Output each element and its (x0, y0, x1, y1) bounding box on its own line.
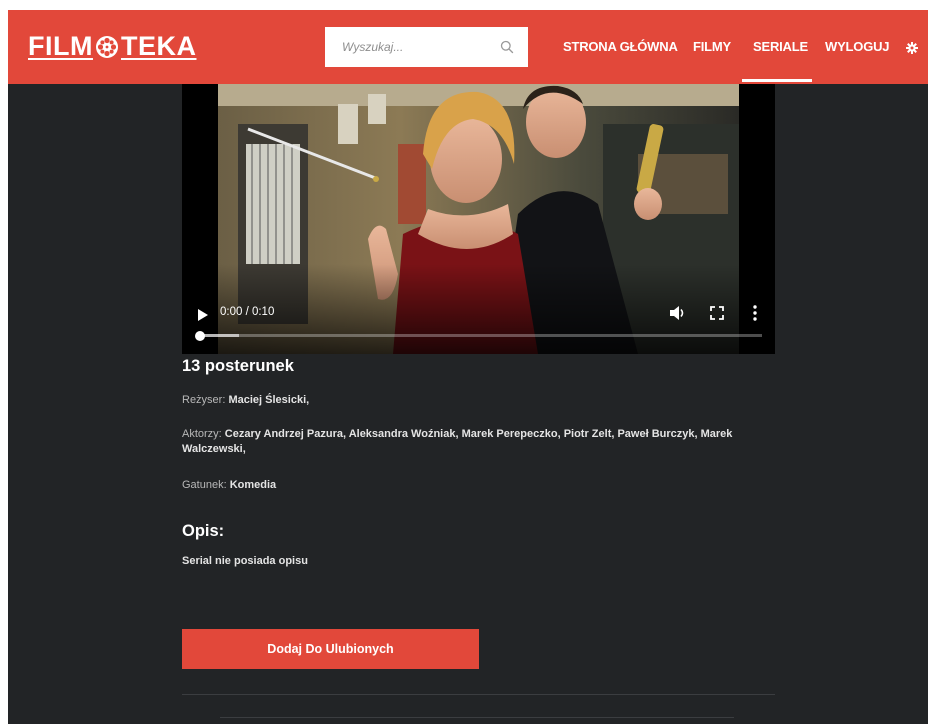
director-value: Maciej Ślesicki, (228, 394, 310, 406)
fullscreen-icon[interactable] (710, 306, 724, 320)
video-progress-bar[interactable] (195, 330, 762, 341)
actors-value: Cezary Andrzej Pazura, Aleksandra Woźnia… (182, 428, 733, 455)
actors-label: Aktorzy: (182, 428, 222, 440)
video-buffered (200, 334, 240, 337)
add-to-favorites-button[interactable]: Dodaj Do Ulubionych (182, 629, 479, 669)
video-progress-thumb[interactable] (195, 330, 205, 341)
nav-series[interactable]: SERIALE (753, 39, 808, 54)
header-bar: FILM TEKA Wyszukaj... STRONA GŁÓWNA FILM… (8, 10, 928, 84)
nav-active-indicator (742, 79, 812, 82)
description-text: Serial nie posiada opisu (182, 555, 308, 567)
series-title: 13 posterunek (182, 357, 294, 375)
divider (182, 694, 775, 695)
video-player[interactable]: 0:00 / 0:10 (182, 84, 775, 354)
nav-movies[interactable]: FILMY (693, 39, 731, 54)
description-heading: Opis: (182, 522, 225, 540)
director-line: Reżyser: Maciej Ślesicki, (182, 393, 742, 408)
volume-icon[interactable] (669, 305, 687, 321)
divider (220, 717, 734, 718)
main-nav: STRONA GŁÓWNA FILMY SERIALE WYLOGUJ (8, 10, 928, 84)
genre-value: Komedia (229, 479, 277, 491)
director-label: Reżyser: (182, 394, 226, 406)
gear-icon[interactable] (906, 41, 918, 54)
app-frame: FILM TEKA Wyszukaj... STRONA GŁÓWNA FILM… (8, 10, 928, 724)
play-icon[interactable] (198, 308, 208, 321)
actors-line: Aktorzy: Cezary Andrzej Pazura, Aleksand… (182, 427, 742, 457)
nav-logout[interactable]: WYLOGUJ (825, 39, 890, 54)
genre-label: Gatunek: (182, 479, 227, 491)
genre-line: Gatunek: Komedia (182, 478, 742, 493)
nav-home[interactable]: STRONA GŁÓWNA (563, 39, 678, 54)
more-vertical-icon[interactable] (753, 305, 757, 321)
video-time: 0:00 / 0:10 (220, 306, 275, 318)
